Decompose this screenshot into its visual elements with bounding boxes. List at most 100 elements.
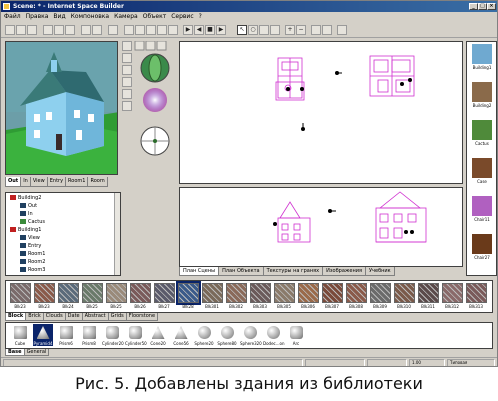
material-swatch[interactable] [58, 283, 79, 303]
step-forward-icon[interactable]: ▶ [216, 25, 226, 35]
material-swatch[interactable] [130, 283, 151, 303]
new-icon[interactable] [5, 25, 15, 35]
play-icon[interactable]: ▶ [183, 25, 193, 35]
cut-icon[interactable] [43, 25, 53, 35]
material-tab[interactable]: Date [64, 313, 83, 321]
select-circle-icon[interactable]: ○ [248, 25, 258, 35]
menu-item[interactable]: Объект [143, 13, 166, 20]
tree-node[interactable]: Room3 [20, 267, 45, 274]
tree-node[interactable]: Building1 [10, 227, 41, 234]
primitive-item[interactable]: Arc [286, 324, 306, 346]
zoom-in-icon[interactable]: + [285, 25, 295, 35]
fly-icon[interactable] [122, 53, 132, 63]
menu-item[interactable]: Вид [53, 13, 65, 20]
rotate-tool-icon[interactable] [146, 25, 156, 35]
material-tab[interactable]: Block [5, 313, 27, 321]
material-swatch[interactable] [298, 283, 319, 303]
primitive-item[interactable]: Sphere320 [240, 324, 262, 346]
camera-tab[interactable]: Room1 [65, 177, 89, 187]
paste-icon[interactable] [65, 25, 75, 35]
primitive-item[interactable]: Cylinder50 [125, 324, 147, 346]
tree-node[interactable]: Entry [20, 243, 41, 250]
tree-node[interactable]: In [20, 211, 33, 218]
plan-view-front[interactable] [179, 187, 463, 267]
tree-node[interactable]: Out [20, 203, 37, 210]
open-icon[interactable] [16, 25, 26, 35]
undo-icon[interactable] [81, 25, 91, 35]
plan-view-top[interactable] [179, 41, 463, 184]
material-swatch[interactable] [394, 283, 415, 303]
primitive-item[interactable]: Prism6 [56, 324, 76, 346]
object-library[interactable]: Building1 Building2 Cactus Case Chair11 Chair… [466, 41, 497, 276]
grid-icon[interactable] [311, 25, 321, 35]
orbit-icon[interactable] [122, 77, 132, 87]
scene-tree[interactable]: Building2 Out In Cactus Building1 View Entry Ro… [5, 192, 121, 276]
library-item[interactable]: Building1 [470, 44, 494, 70]
camera-tab[interactable]: View [29, 177, 48, 187]
tree-node[interactable]: View [20, 235, 40, 242]
library-item[interactable]: Case [470, 158, 494, 184]
primitive-item[interactable]: Cone20 [148, 324, 168, 346]
zoom-out-icon[interactable]: − [296, 25, 306, 35]
layout-tab[interactable]: План Объекта [218, 267, 264, 276]
close-button[interactable]: × [487, 3, 496, 10]
library-item[interactable]: Building2 [470, 82, 494, 108]
material-swatch[interactable] [250, 283, 271, 303]
primitive-item[interactable]: Cube [10, 324, 30, 346]
tree-node[interactable]: Room2 [20, 259, 45, 266]
material-swatch[interactable] [418, 283, 439, 303]
menu-item[interactable]: Камера [114, 13, 138, 20]
primitive-item[interactable]: Prism8 [79, 324, 99, 346]
primitives-strip[interactable]: Cube Pyramid4 Prism6 Prism8 Cylinder20 Cylind… [5, 322, 493, 349]
material-swatch[interactable] [346, 283, 367, 303]
camera-tab[interactable]: Room [87, 177, 108, 187]
object-tool-icon[interactable] [124, 25, 134, 35]
snap-icon[interactable] [337, 25, 347, 35]
primitive-tab[interactable]: Base [5, 349, 25, 356]
library-item[interactable]: Chair27 [470, 234, 494, 260]
primitive-item[interactable]: Dodec...on [263, 324, 285, 346]
camera-tab[interactable]: Out [5, 177, 22, 187]
material-swatch[interactable] [34, 283, 55, 303]
material-swatch[interactable] [466, 283, 487, 303]
walk-icon[interactable] [122, 41, 132, 51]
zoom-window-icon[interactable] [259, 25, 269, 35]
material-swatch[interactable] [370, 283, 391, 303]
primitive-item[interactable]: Cone56 [171, 324, 191, 346]
zoom-all-icon[interactable] [270, 25, 280, 35]
material-swatch[interactable] [274, 283, 295, 303]
fit-icon[interactable] [322, 25, 332, 35]
material-swatch[interactable] [10, 283, 31, 303]
material-tab[interactable]: Clouds [42, 313, 66, 321]
tilt-icon[interactable] [122, 89, 132, 99]
stop-icon[interactable]: ■ [205, 25, 215, 35]
primitive-item[interactable]: Pyramid4 [33, 324, 53, 346]
copy-icon[interactable] [54, 25, 64, 35]
layout-tab[interactable]: Учебник [365, 267, 395, 276]
tree-node[interactable]: Room1 [20, 251, 45, 258]
pan-icon[interactable] [122, 65, 132, 75]
material-tab[interactable]: Abstract [81, 313, 109, 321]
select-arrow-icon[interactable]: ↖ [237, 25, 247, 35]
move-tool-icon[interactable] [135, 25, 145, 35]
library-item[interactable]: Chair11 [470, 196, 494, 222]
step-back-icon[interactable]: ◀ [194, 25, 204, 35]
primitive-item[interactable]: Cylinder20 [102, 324, 124, 346]
scale-tool-icon[interactable] [157, 25, 167, 35]
redo-icon[interactable] [92, 25, 102, 35]
tree-scrollbar[interactable] [114, 193, 120, 275]
save-icon[interactable] [27, 25, 37, 35]
layout-tab[interactable]: План Сцены [179, 267, 220, 276]
menu-item[interactable]: ? [199, 13, 202, 20]
material-tab[interactable]: Grids [107, 313, 127, 321]
minimize-button[interactable]: _ [469, 3, 478, 10]
menu-item[interactable]: Файл [4, 13, 21, 20]
material-swatch[interactable] [176, 281, 201, 305]
light-icon[interactable] [122, 101, 132, 111]
material-tab[interactable]: Floorstone [125, 313, 159, 321]
materials-strip[interactable]: Blk23 Blk23 Blk24 Blk25 Blk25 Blk26 Blk27 Blk28… [5, 280, 493, 313]
tree-node[interactable]: Cactus [20, 219, 45, 226]
menu-item[interactable]: Компоновка [71, 13, 109, 20]
texture-tool-icon[interactable] [168, 25, 178, 35]
3d-preview[interactable] [5, 41, 118, 175]
